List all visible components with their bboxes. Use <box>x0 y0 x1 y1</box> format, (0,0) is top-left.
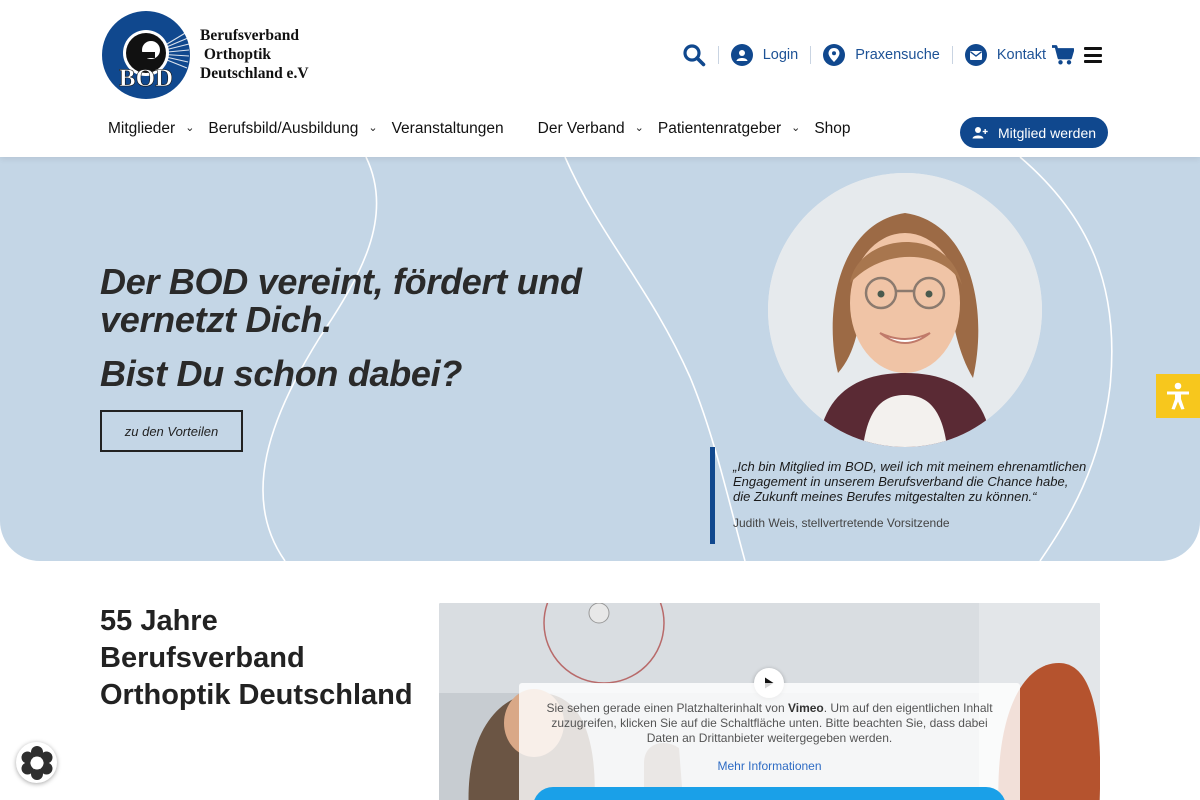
cart-icon <box>1052 45 1074 65</box>
search-icon <box>683 44 706 67</box>
load-content-button[interactable] <box>533 787 1006 800</box>
hamburger-menu-icon[interactable] <box>1084 47 1102 63</box>
cookie-settings-button[interactable] <box>16 742 57 783</box>
mitglied-werden-button[interactable]: Mitglied werden <box>960 117 1108 148</box>
member-quote: „Ich bin Mitglied im BOD, weil ich mit m… <box>733 459 1087 504</box>
kontakt-label: Kontakt <box>996 47 1046 63</box>
hero-headline: Der BOD vereint, fördert und vernetzt Di… <box>100 261 582 340</box>
video-placeholder: Sie sehen gerade einen Platzhalterinhalt… <box>439 603 1100 800</box>
search-button[interactable] <box>682 43 706 67</box>
hero-section: Der BOD vereint, fördert und vernetzt Di… <box>0 157 1200 561</box>
user-icon <box>730 44 753 66</box>
page: BOD Berufsverband Orthoptik Deutschland … <box>0 0 1200 800</box>
praxensuche-label: Praxensuche <box>855 47 940 63</box>
kontakt-link[interactable]: Kontakt <box>964 44 1046 66</box>
brand-name[interactable]: Berufsverband Orthoptik Deutschland e.V <box>200 26 309 83</box>
placeholder-text: Sie sehen gerade einen Platzhalterinhalt… <box>546 701 993 745</box>
site-header: BOD Berufsverband Orthoptik Deutschland … <box>0 0 1200 157</box>
chevron-down-icon: ⌄ <box>368 121 378 134</box>
nav-label: Patientenratgeber <box>657 120 782 137</box>
cta-label: Mitglied werden <box>997 124 1097 141</box>
cookie-icon <box>21 745 52 780</box>
anniversary-heading: 55 Jahre Berufsverband Orthoptik Deutsch… <box>100 605 413 711</box>
divider <box>717 46 719 64</box>
divider <box>810 46 812 64</box>
nav-item-shop[interactable]: Shop <box>814 120 850 138</box>
nav-label: Shop <box>814 120 851 137</box>
chevron-down-icon: ⌄ <box>185 121 195 134</box>
location-pin-icon <box>823 44 846 66</box>
bod-logo[interactable]: BOD <box>101 10 191 100</box>
chevron-down-icon: ⌄ <box>634 121 644 134</box>
hero-subheadline: Bist Du schon dabei? <box>100 353 463 394</box>
cart-button[interactable] <box>1052 45 1074 65</box>
chevron-down-icon: ⌄ <box>791 121 801 134</box>
zu-den-vorteilen-button[interactable]: zu den Vorteilen <box>100 410 243 452</box>
svg-text:BOD: BOD <box>119 65 173 92</box>
nav-label: Mitglieder <box>108 120 176 137</box>
nav-label: Berufsbild/Ausbildung <box>208 120 359 137</box>
nav-item-mitglieder[interactable]: Mitglieder ⌄ <box>108 120 194 138</box>
user-plus-icon <box>972 127 988 139</box>
portrait-photo <box>768 173 1042 447</box>
quote-author: Judith Weis, stellvertretende Vorsitzend… <box>733 516 950 530</box>
nav-item-patientenratgeber[interactable]: Patientenratgeber ⌄ <box>658 120 800 138</box>
login-link[interactable]: Login <box>730 44 799 66</box>
nav-item-berufsbild[interactable]: Berufsbild/Ausbildung ⌄ <box>208 120 377 138</box>
login-label: Login <box>762 47 799 63</box>
quote-accent-bar <box>710 447 715 544</box>
accessibility-button[interactable] <box>1156 374 1200 418</box>
utility-bar: Login Praxensuche Kontakt <box>682 40 1102 70</box>
nav-item-veranstaltungen[interactable]: Veranstaltungen <box>392 120 504 138</box>
mail-icon <box>964 44 987 66</box>
content-placeholder-notice: Sie sehen gerade einen Platzhalterinhalt… <box>519 683 1020 800</box>
praxensuche-link[interactable]: Praxensuche <box>823 44 940 66</box>
mehr-informationen-link[interactable]: Mehr Informationen <box>519 759 1020 773</box>
nav-item-der-verband[interactable]: Der Verband ⌄ <box>538 120 644 138</box>
main-navigation: Mitglieder ⌄ Berufsbild/Ausbildung ⌄ Ver… <box>108 120 851 138</box>
nav-label: Der Verband <box>537 120 625 137</box>
divider <box>951 46 953 64</box>
accessibility-icon <box>1167 382 1189 410</box>
nav-label: Veranstaltungen <box>391 120 504 137</box>
